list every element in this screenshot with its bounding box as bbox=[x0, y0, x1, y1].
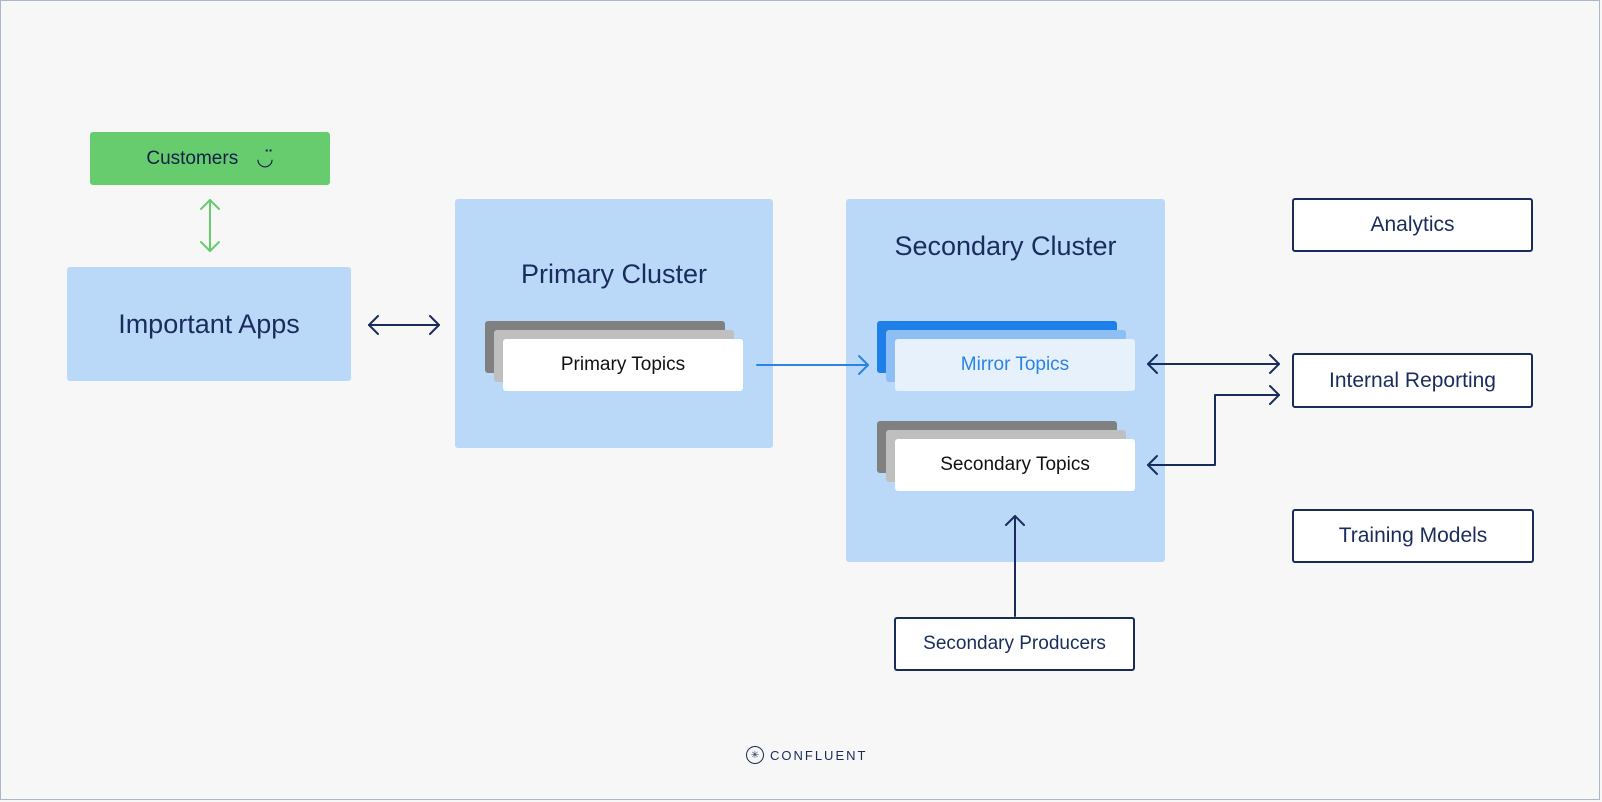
customers-apps-arrow bbox=[200, 199, 220, 252]
apps-primary-arrow bbox=[368, 315, 440, 335]
reporting-secondary-topics-arrow bbox=[1147, 385, 1280, 475]
primary-mirror-arrow bbox=[756, 355, 869, 375]
confluent-logo-icon: ✳ bbox=[746, 746, 764, 764]
arrows-layer bbox=[200, 199, 1280, 617]
confluent-brand-text: CONFLUENT bbox=[770, 747, 868, 763]
producers-secondary-topics-arrow bbox=[1005, 515, 1025, 617]
confluent-logo: ✳ CONFLUENT bbox=[746, 746, 867, 764]
mirror-reporting-arrow bbox=[1147, 354, 1280, 374]
